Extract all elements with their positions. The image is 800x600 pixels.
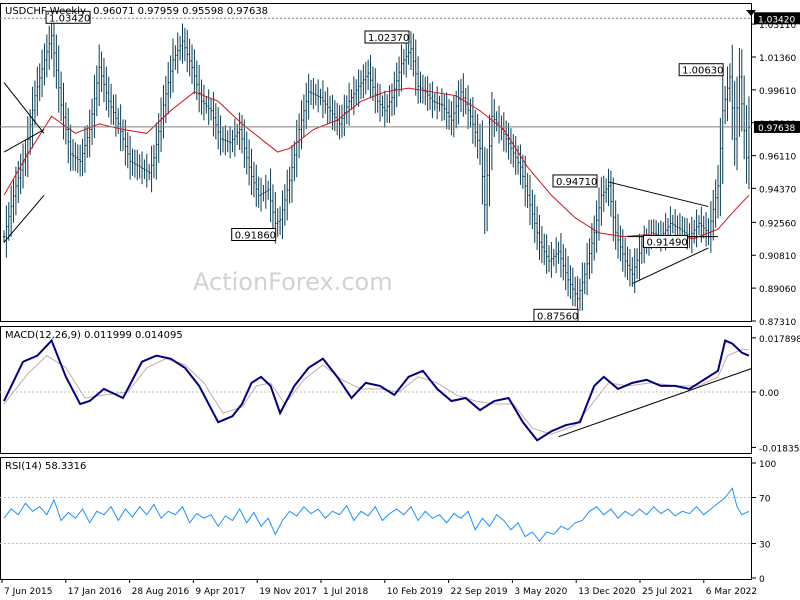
rsi-tick-label: 0 xyxy=(759,575,765,585)
macd-tick-label: -0.018354 xyxy=(759,444,800,454)
time-tick-label: 13 Dec 2020 xyxy=(578,587,636,597)
top-price-label: 1.03420 xyxy=(758,15,795,25)
chart-symbol: USDCHF,Weekly xyxy=(5,6,86,17)
price-tick-label: 1.01360 xyxy=(759,54,796,64)
price-callout-label: 1.00630 xyxy=(682,66,723,77)
price-callout-label: 0.87560 xyxy=(537,311,578,322)
time-tick-label: 19 Nov 2017 xyxy=(259,587,317,597)
time-tick-label: 28 Aug 2016 xyxy=(132,587,190,597)
price-tick-label: 0.87310 xyxy=(759,318,796,328)
price-tick-label: 0.96110 xyxy=(759,153,796,163)
price-callout: 0.91860 xyxy=(231,228,277,242)
chart-canvas: 1.03420 0.91860 1.02370 0.87560 0.94710 0.914… xyxy=(0,0,800,600)
chart-ohlc: 0.96071 0.97959 0.95598 0.97638 xyxy=(93,6,268,17)
time-tick-label: 17 Jan 2016 xyxy=(68,587,122,597)
price-tick-label: 0.90810 xyxy=(759,252,796,262)
price-callout-label: 0.94710 xyxy=(556,177,597,188)
rsi-tick-label: 30 xyxy=(759,541,771,551)
price-tick-label: 0.89060 xyxy=(759,285,796,295)
watermark: ActionForex.com xyxy=(193,268,393,296)
time-tick-label: 7 Jun 2015 xyxy=(4,587,52,597)
price-callout: 1.02370 xyxy=(364,30,410,44)
time-tick-label: 1 Jul 2018 xyxy=(323,587,368,597)
macd-title: MACD(12,26,9) 0.011999 0.014095 xyxy=(5,330,183,341)
time-tick-label: 22 Sep 2019 xyxy=(451,587,508,597)
price-callout-label: 0.91490 xyxy=(646,237,687,248)
price-callout: 0.91490 xyxy=(642,234,688,248)
price-tick-label: 0.92560 xyxy=(759,219,796,229)
time-tick-label: 6 Mar 2022 xyxy=(706,587,757,597)
time-tick-label: 10 Feb 2019 xyxy=(387,587,443,597)
chart-header: USDCHF,Weekly 0.96071 0.97959 0.95598 0.… xyxy=(5,6,268,17)
price-callout: 0.87560 xyxy=(533,308,579,322)
macd-tick-label: 0.00 xyxy=(759,389,779,399)
price-tick-label: 0.99610 xyxy=(759,87,796,97)
price-tick-label: 0.94370 xyxy=(759,185,796,195)
rsi-title: RSI(14) 58.3316 xyxy=(5,461,86,472)
price-callout: 1.00630 xyxy=(678,63,724,77)
current-price-label: 0.97638 xyxy=(758,124,795,134)
rsi-tick-label: 70 xyxy=(759,495,771,505)
time-tick-label: 9 Apr 2017 xyxy=(195,587,245,597)
macd-tick-label: 0.017898 xyxy=(759,335,800,345)
price-callout-label: 0.91860 xyxy=(235,231,276,242)
time-tick-label: 3 May 2020 xyxy=(514,587,567,597)
rsi-tick-label: 100 xyxy=(759,460,776,470)
price-callout: 0.94710 xyxy=(552,174,598,188)
price-callout-label: 1.02370 xyxy=(368,33,409,44)
time-tick-label: 25 Jul 2021 xyxy=(642,587,693,597)
